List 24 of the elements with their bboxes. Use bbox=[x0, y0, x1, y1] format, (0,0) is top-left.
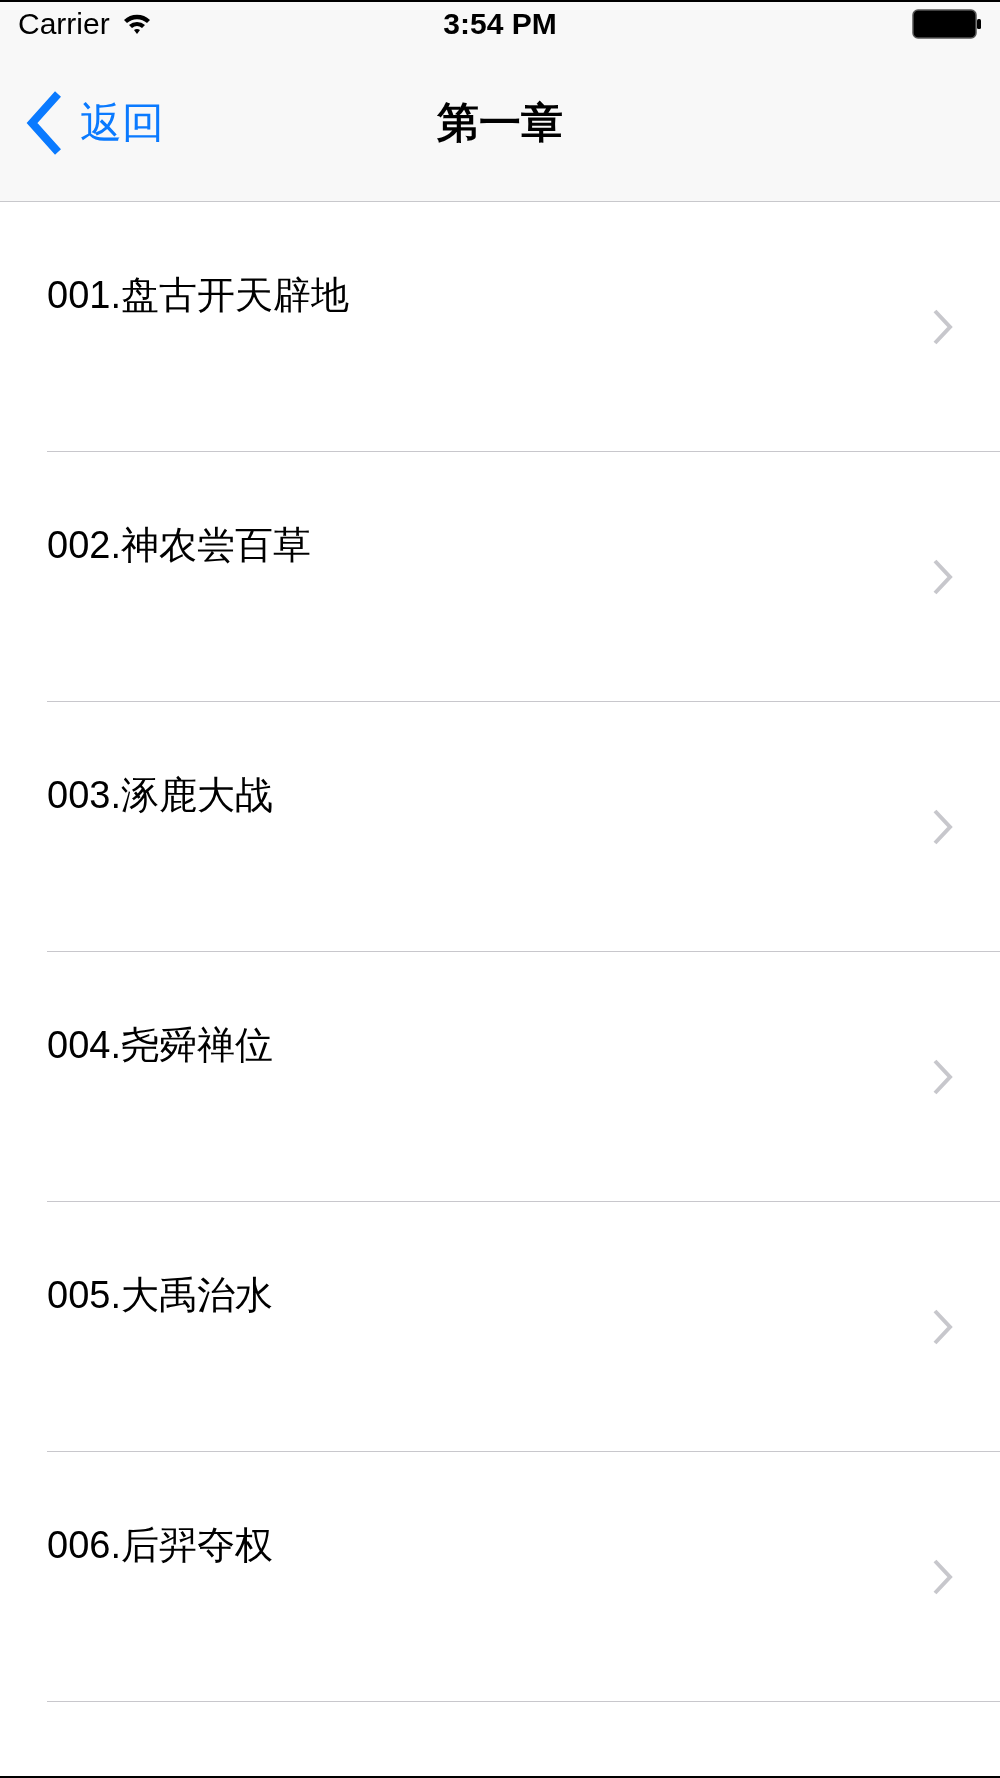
nav-title: 第一章 bbox=[437, 98, 563, 148]
row-label: 006.后羿夺权 bbox=[47, 1523, 273, 1568]
list-row[interactable]: 004.尧舜禅位 bbox=[47, 952, 1000, 1202]
chevron-right-icon bbox=[932, 1558, 954, 1596]
list-row[interactable]: 001.盘古开天辟地 bbox=[47, 202, 1000, 452]
row-label: 002.神农尝百草 bbox=[47, 523, 311, 568]
list-row[interactable]: 003.涿鹿大战 bbox=[47, 702, 1000, 952]
chevron-right-icon bbox=[932, 308, 954, 346]
battery-icon bbox=[912, 7, 982, 40]
chevron-left-icon bbox=[24, 90, 64, 156]
carrier-label: Carrier bbox=[18, 6, 110, 41]
chevron-right-icon bbox=[932, 1058, 954, 1096]
back-button[interactable]: 返回 bbox=[24, 90, 164, 156]
row-label: 003.涿鹿大战 bbox=[47, 773, 273, 818]
chevron-right-icon bbox=[932, 808, 954, 846]
row-label: 005.大禹治水 bbox=[47, 1273, 273, 1318]
list-row[interactable]: 002.神农尝百草 bbox=[47, 452, 1000, 702]
chevron-right-icon bbox=[932, 1308, 954, 1346]
chevron-right-icon bbox=[932, 558, 954, 596]
list-row[interactable]: 006.后羿夺权 bbox=[47, 1452, 1000, 1702]
row-label: 001.盘古开天辟地 bbox=[47, 273, 349, 318]
status-time: 3:54 PM bbox=[443, 6, 557, 41]
list-row[interactable]: 005.大禹治水 bbox=[47, 1202, 1000, 1452]
row-label: 004.尧舜禅位 bbox=[47, 1023, 273, 1068]
